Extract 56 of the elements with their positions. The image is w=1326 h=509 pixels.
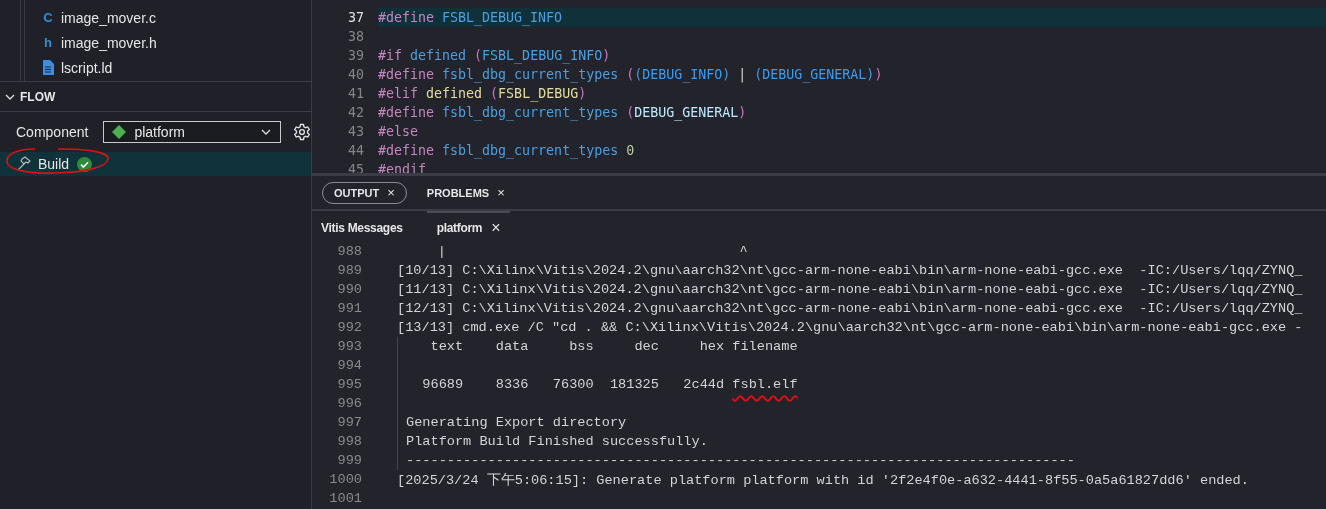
output-line: 96689 8336 76300 181325 2c44d fsbl.elf	[397, 375, 798, 394]
component-label: Component	[16, 124, 89, 140]
line-number: 43	[347, 124, 364, 139]
code-line: #if defined (FSBL_DEBUG_INFO)	[378, 48, 611, 63]
line-number: 39	[347, 48, 364, 63]
output-line: [2025/3/24 下午5:06:15]: Generate platform platform with id '2f2e4f0e-a632-4441-8f55-0a5a61827dd6' ended.	[397, 471, 1249, 489]
diamond-icon	[112, 125, 127, 139]
line-number: 998	[336, 434, 362, 449]
line-number: 1000	[328, 472, 362, 487]
line-number: 989	[336, 263, 362, 278]
output-line: [11/13] C:\Xilinx\Vitis\2024.2\gnu\aarch32\nt\gcc-arm-none-eabi\bin\arm-none-eabi-gcc.exe -IC:/Users/lqq/ZYNQ_	[397, 282, 1303, 297]
output-line: [12/13] C:\Xilinx\Vitis\2024.2\gnu\aarch32\nt\gcc-arm-none-eabi\bin\arm-none-eabi-gcc.exe -IC:/Users/lqq/ZYNQ_	[397, 301, 1303, 316]
code-line: #elif defined (FSBL_DEBUG)	[378, 86, 587, 101]
line-number: 993	[336, 339, 362, 354]
output-line: text data bss dec hex filename	[397, 337, 798, 356]
section-title: FLOW	[20, 89, 56, 104]
line-number: 992	[336, 320, 362, 335]
output-line: Generating Export directory	[397, 413, 627, 432]
output-line: Platform Build Finished successfully.	[397, 432, 708, 451]
line-number: 41	[347, 86, 364, 101]
file-type-icon: C	[42, 10, 54, 25]
hammer-icon	[16, 156, 32, 172]
line-number: 38	[347, 29, 364, 44]
output-line: [13/13] cmd.exe /C "cd . && C:\Xilinx\Vitis\2024.2\gnu\aarch32\nt\gcc-arm-none-eabi\bin\arm-none-eabi-gcc.exe -	[397, 320, 1303, 335]
code-line: #else	[378, 124, 419, 139]
step-label: Build	[38, 156, 70, 172]
line-number: 1001	[328, 491, 362, 506]
output-line: | ^	[436, 244, 748, 259]
file-tree-item[interactable]: image_mover.h	[61, 34, 157, 51]
line-number: 42	[347, 105, 364, 120]
file-tree-item[interactable]: lscript.ld	[61, 59, 113, 76]
line-number: 997	[336, 415, 362, 430]
code-line: #define fsbl_dbg_current_types 0	[378, 143, 635, 158]
output-channel-tab[interactable]: platform ×	[426, 211, 511, 242]
line-number: 996	[336, 396, 362, 411]
code-line: #define fsbl_dbg_current_types (DEBUG_GENERAL)	[378, 105, 747, 120]
code-line: #define FSBL_DEBUG_INFO	[378, 10, 563, 25]
line-number: 991	[336, 301, 362, 316]
line-number: 994	[336, 358, 362, 373]
code-line: #define fsbl_dbg_current_types ((DEBUG_INFO) | (DEBUG_GENERAL))	[378, 67, 883, 82]
line-number: 37	[347, 10, 364, 25]
panel-tab[interactable]: PROBLEMS ×	[414, 181, 517, 204]
line-number: 995	[336, 377, 362, 392]
file-type-icon: h	[42, 35, 54, 50]
line-number: 44	[347, 143, 364, 158]
line-number: 999	[336, 453, 362, 468]
output-line: ----------------------------------------------------------------------------------	[397, 451, 1075, 470]
file-tree-item[interactable]: image_mover.c	[61, 9, 156, 26]
output-channel-tab[interactable]: Vitis Messages	[321, 211, 413, 242]
line-number: 988	[336, 244, 362, 259]
document-icon	[42, 60, 54, 75]
line-number: 990	[336, 282, 362, 297]
settings-icon[interactable]	[293, 123, 311, 141]
component-dropdown[interactable]: platform	[103, 121, 281, 143]
line-number: 40	[347, 67, 364, 82]
output-line: [10/13] C:\Xilinx\Vitis\2024.2\gnu\aarch32\nt\gcc-arm-none-eabi\bin\arm-none-eabi-gcc.exe -IC:/Users/lqq/ZYNQ_	[397, 263, 1303, 278]
